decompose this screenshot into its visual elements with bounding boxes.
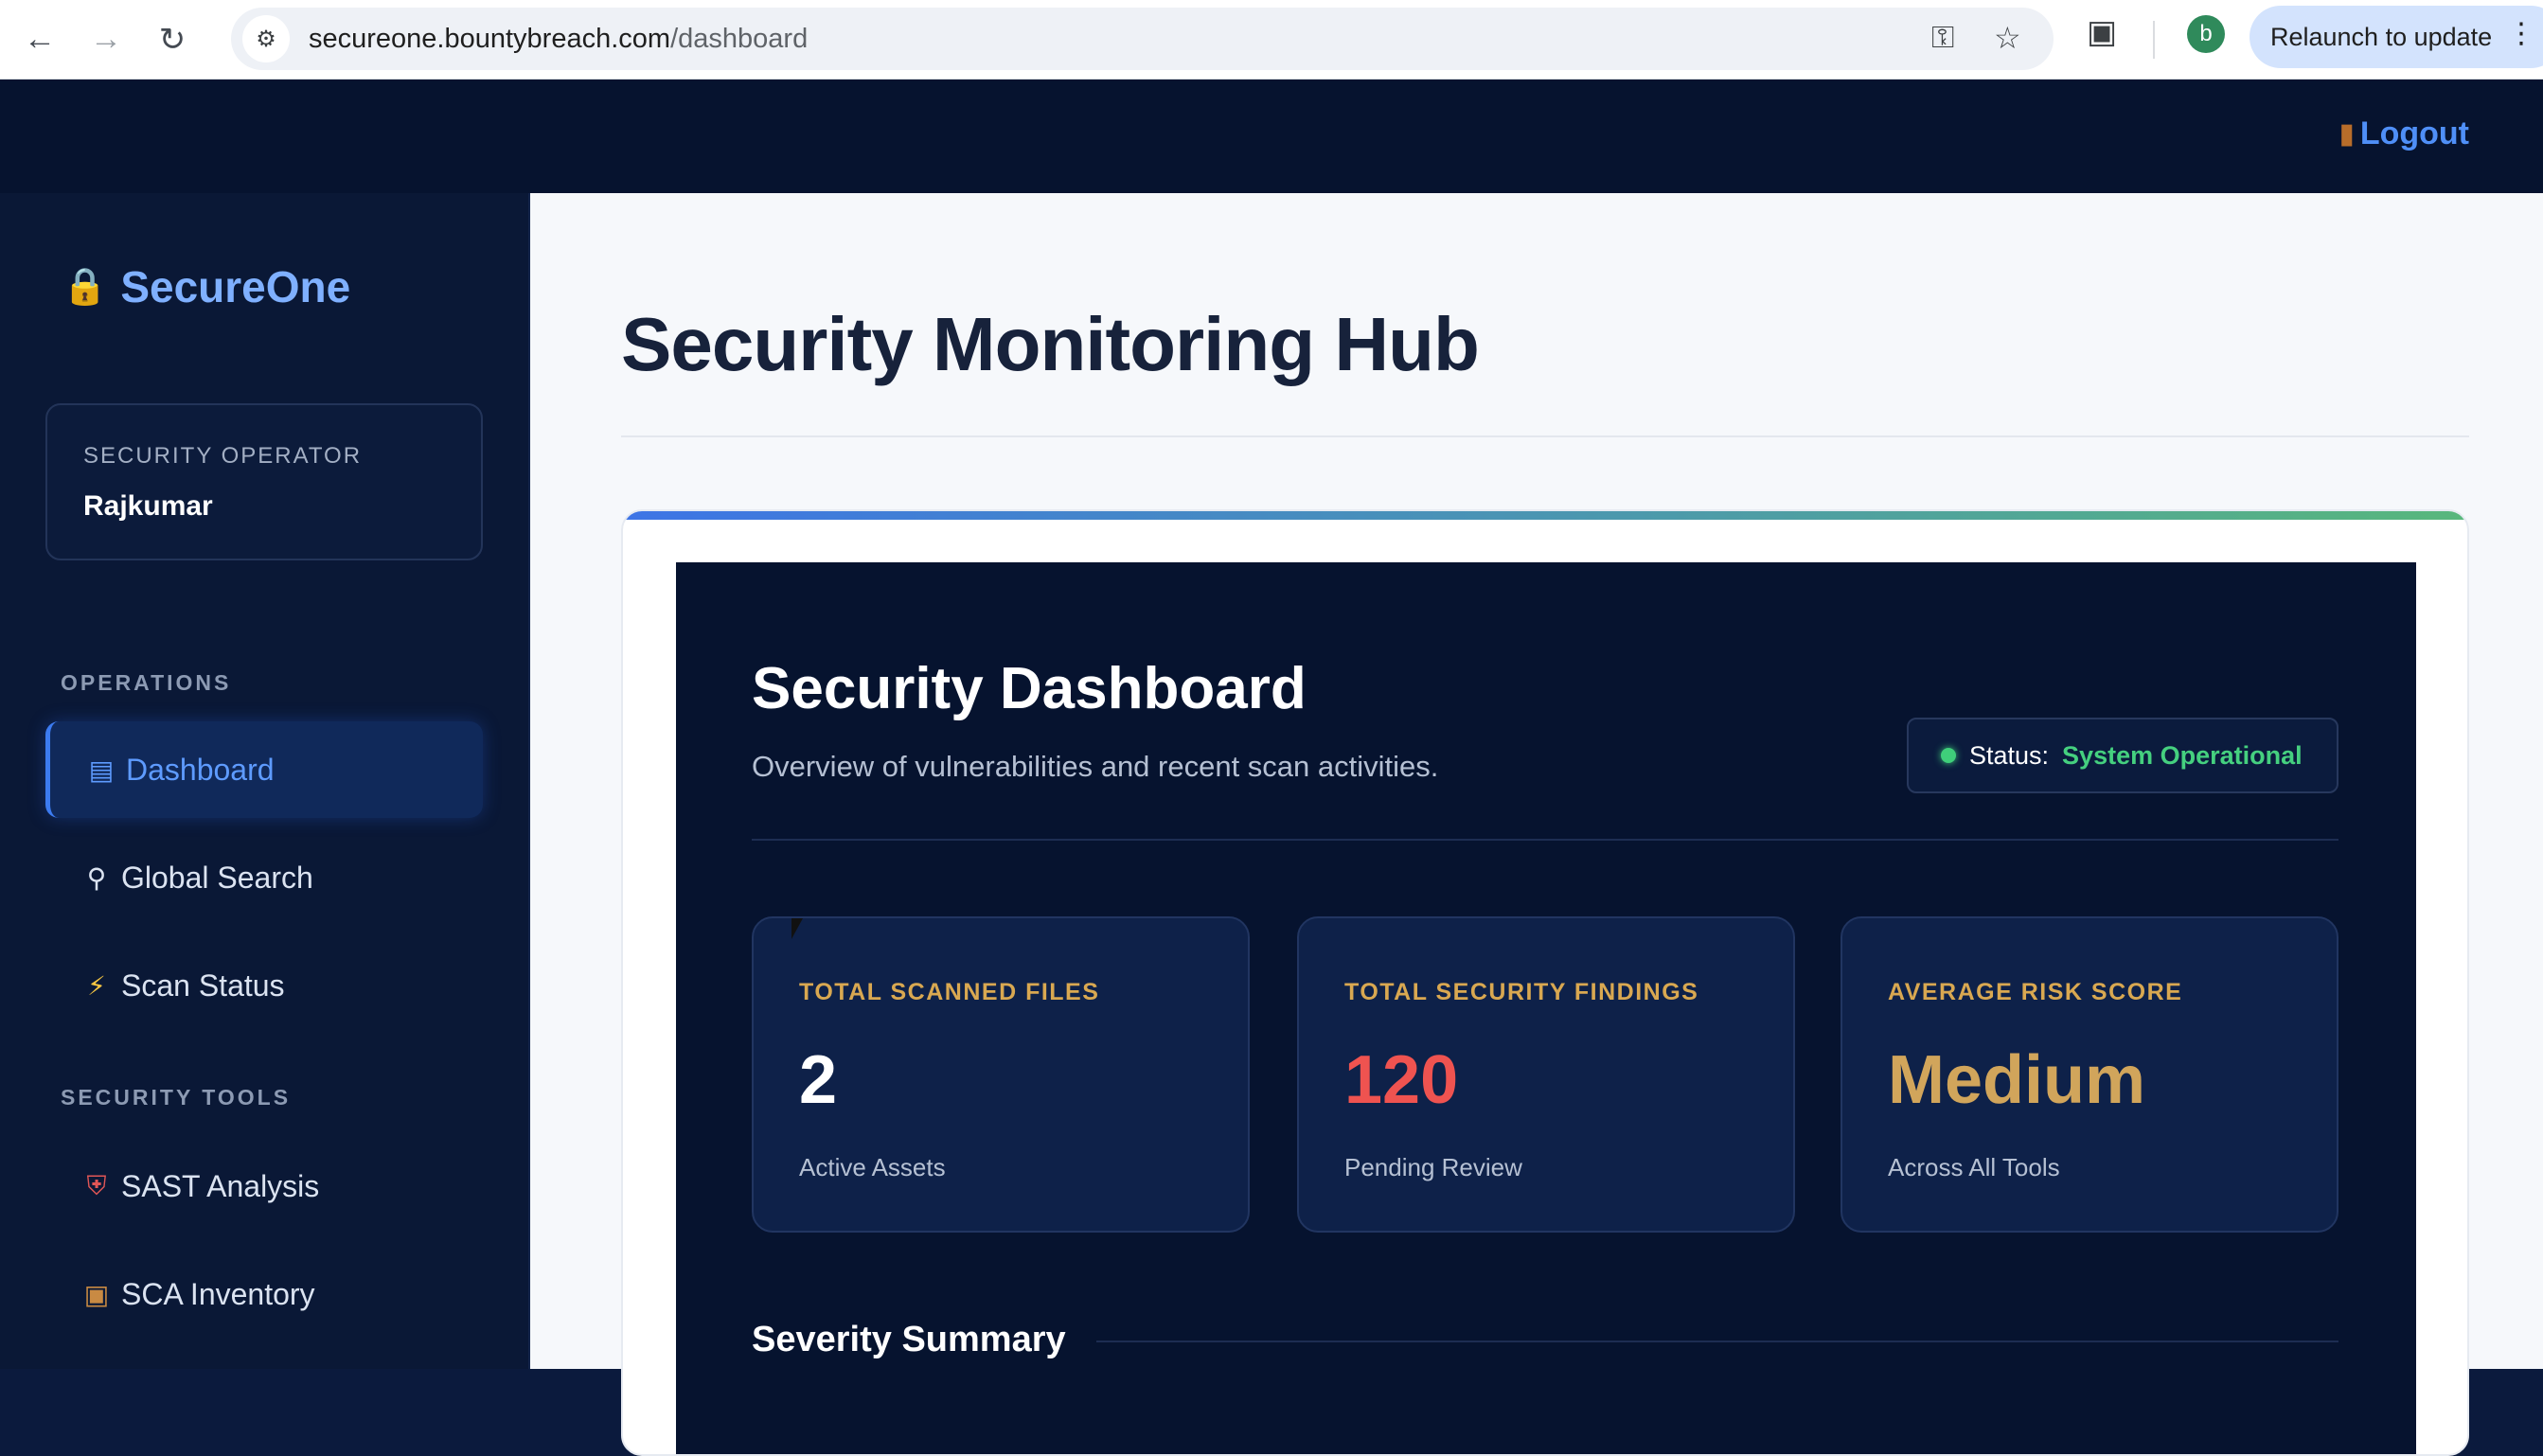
tab-search-icon[interactable]: ▣ (2087, 13, 2117, 51)
operator-card: SECURITY OPERATOR Rajkumar (45, 403, 483, 560)
package-icon: ▣ (83, 1279, 110, 1309)
url-path: /dashboard (670, 23, 809, 54)
metric-card-scanned-files: TOTAL SCANNED FILES 2 Active Assets (752, 916, 1250, 1233)
operator-role: SECURITY OPERATOR (83, 443, 363, 469)
browser-toolbar: ← → ↻ ⚙ secureone.bountybreach.com/dashb… (0, 0, 2543, 80)
main-content: Security Monitoring Hub Security Dashboa… (530, 193, 2543, 1456)
magnifier-icon: ⚲ (86, 862, 107, 893)
dashboard-subtitle: Overview of vulnerabilities and recent s… (752, 750, 1439, 783)
metric-note: Across All Tools (1888, 1153, 2060, 1181)
section-label-operations: OPERATIONS (61, 670, 232, 695)
operator-name: Rajkumar (83, 490, 213, 522)
severity-summary-title: Severity Summary (752, 1320, 1066, 1359)
shield-icon: ⛨ (86, 1170, 107, 1200)
metric-card-security-findings: TOTAL SECURITY FINDINGS 120 Pending Revi… (1297, 916, 1795, 1233)
key-icon[interactable]: ⚿ (1931, 20, 1954, 56)
star-icon[interactable]: ☆ (1994, 20, 2021, 56)
mouse-cursor-icon (791, 918, 803, 939)
relaunch-label: Relaunch to update (2270, 22, 2493, 51)
dashboard-card: Security Dashboard Overview of vulnerabi… (621, 509, 2469, 1456)
forward-icon[interactable]: → (80, 13, 133, 66)
status-dot-icon (1941, 748, 1956, 763)
page-title: Security Monitoring Hub (621, 302, 1480, 386)
url-host: secureone.bountybreach.com (309, 23, 671, 54)
sidebar-item-label: Dashboard (126, 752, 275, 787)
metric-label: TOTAL SCANNED FILES (799, 979, 1100, 1005)
sidebar-item-label: SCA Inventory (121, 1276, 315, 1311)
brand-logo[interactable]: 🔒 SecureOne (62, 261, 350, 312)
dashboard-panel: Security Dashboard Overview of vulnerabi… (676, 562, 2416, 1454)
sidebar-item-global-search[interactable]: ⚲ Global Search (45, 829, 483, 926)
site-info-icon[interactable]: ⚙ (242, 15, 290, 62)
brand-name: SecureOne (120, 262, 351, 311)
address-bar[interactable]: ⚙ secureone.bountybreach.com/dashboard ⚿… (231, 8, 2054, 70)
dashboard-divider (752, 839, 2338, 841)
summary-divider (1096, 1341, 2338, 1342)
section-label-security-tools: SECURITY TOOLS (61, 1085, 292, 1110)
bar-chart-icon: ▤ (88, 755, 115, 785)
status-badge: Status: System Operational (1907, 718, 2338, 793)
metric-card-risk-score: AVERAGE RISK SCORE Medium Across All Too… (1841, 916, 2338, 1233)
door-icon: ▮ (2338, 118, 2355, 150)
app-header: ▮ Logout (0, 80, 2543, 193)
sidebar-item-sast-analysis[interactable]: ⛨ SAST Analysis (45, 1138, 483, 1234)
metric-value: 2 (799, 1042, 838, 1118)
metric-note: Pending Review (1344, 1153, 1522, 1181)
url-text[interactable]: secureone.bountybreach.com/dashboard (309, 24, 808, 55)
toolbar-divider (2153, 21, 2155, 59)
logout-button[interactable]: ▮ Logout (2338, 115, 2469, 152)
title-divider (621, 435, 2469, 437)
relaunch-button[interactable]: Relaunch to update (2250, 6, 2543, 68)
metric-note: Active Assets (799, 1153, 946, 1181)
dashboard-title: Security Dashboard (752, 656, 1307, 721)
sidebar-item-sca-inventory[interactable]: ▣ SCA Inventory (45, 1246, 483, 1342)
metric-label: AVERAGE RISK SCORE (1888, 979, 2183, 1005)
sidebar: 🔒 SecureOne SECURITY OPERATOR Rajkumar O… (0, 193, 530, 1369)
metric-label: TOTAL SECURITY FINDINGS (1344, 979, 1699, 1005)
metric-value: Medium (1888, 1042, 2146, 1118)
sidebar-item-label: Global Search (121, 860, 313, 895)
sidebar-item-label: Scan Status (121, 968, 285, 1003)
lock-icon: 🔒 (62, 267, 108, 307)
card-accent-bar (623, 511, 2467, 520)
sidebar-item-scan-status[interactable]: ⚡ Scan Status (45, 937, 483, 1034)
sidebar-item-label: SAST Analysis (121, 1168, 320, 1203)
profile-avatar[interactable]: b (2187, 15, 2225, 53)
lightning-icon: ⚡ (87, 970, 106, 1001)
sidebar-item-dashboard[interactable]: ▤ Dashboard (45, 721, 483, 818)
logout-label: Logout (2359, 115, 2469, 151)
reload-icon[interactable]: ↻ (146, 13, 199, 66)
back-icon[interactable]: ← (13, 13, 66, 66)
more-menu-icon[interactable]: ⋮ (2507, 17, 2535, 50)
metric-value: 120 (1344, 1042, 1459, 1118)
status-prefix: Status: (1969, 740, 2050, 770)
status-value: System Operational (2062, 740, 2303, 770)
